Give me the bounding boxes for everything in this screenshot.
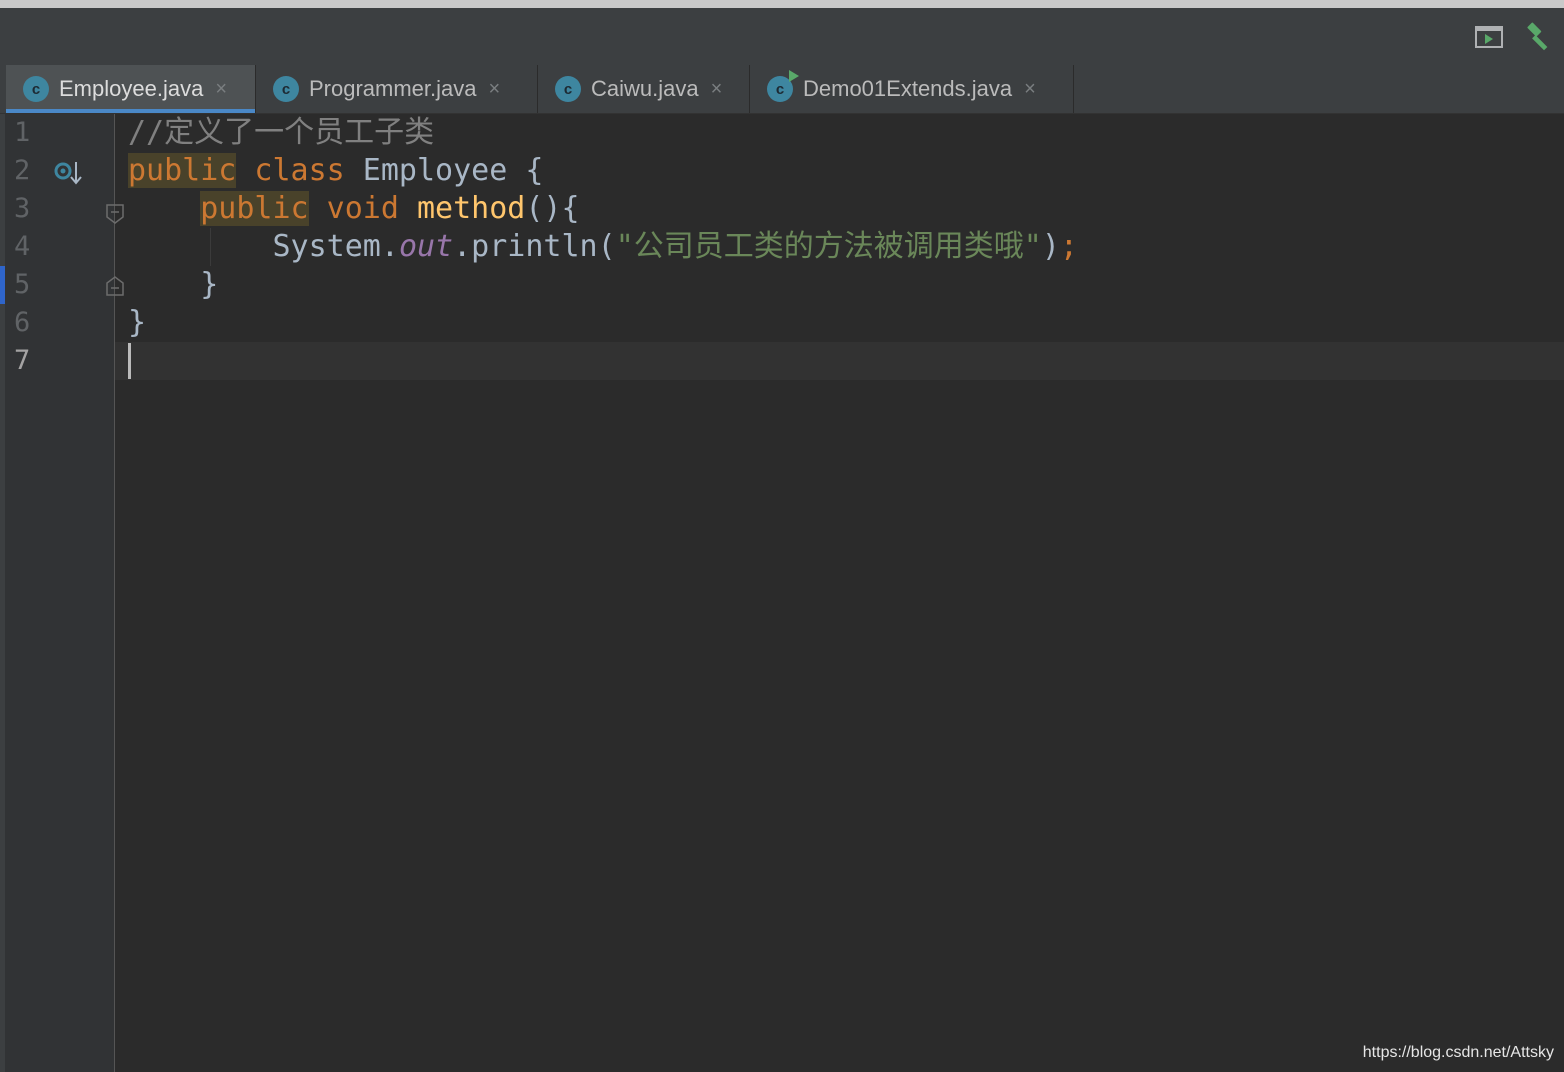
editor-tab-bar: c Employee.java × c Programmer.java × c …	[0, 65, 1564, 114]
tab-label: Demo01Extends.java	[803, 76, 1013, 101]
tab-employee-java[interactable]: c Employee.java ×	[6, 65, 256, 113]
change-marker	[0, 266, 5, 304]
current-line-highlight	[115, 342, 1564, 380]
java-class-icon: c	[23, 76, 49, 102]
line-number-gutter[interactable]: 1 2 3 4 5 6 7	[0, 114, 124, 1072]
close-icon[interactable]: ×	[489, 78, 501, 101]
code-line-4: System.out.println("公司员工类的方法被调用类哦");	[272, 229, 1078, 264]
code-line-1: //定义了一个员工子类	[128, 115, 435, 150]
code-editor[interactable]: 1 2 3 4 5 6 7 //定义了一个员工子类 public class E…	[0, 114, 1564, 1072]
navigation-toolbar	[0, 8, 1564, 66]
close-icon[interactable]: ×	[1024, 78, 1036, 101]
overridden-method-icon[interactable]	[54, 158, 84, 188]
build-hammer-icon[interactable]	[1524, 22, 1554, 52]
run-console-icon[interactable]	[1474, 22, 1504, 52]
line-number: 6	[14, 307, 31, 338]
line-number: 1	[14, 117, 31, 148]
watermark: https://blog.csdn.net/Attsky	[1362, 1044, 1554, 1061]
tab-label: Programmer.java	[309, 76, 477, 101]
code-line-5: }	[200, 267, 219, 302]
java-runnable-class-icon: c	[767, 70, 799, 102]
line-number-current: 7	[14, 345, 31, 376]
tab-caiwu-java[interactable]: c Caiwu.java ×	[538, 65, 750, 113]
window-top-strip	[0, 0, 1564, 8]
line-number: 5	[14, 269, 31, 300]
fold-open-icon[interactable]	[106, 204, 124, 224]
line-number: 3	[14, 193, 31, 224]
tab-programmer-java[interactable]: c Programmer.java ×	[256, 65, 538, 113]
close-icon[interactable]: ×	[215, 78, 227, 101]
fold-close-icon[interactable]	[106, 276, 124, 296]
code-line-6: }	[128, 305, 147, 340]
java-class-icon: c	[555, 76, 581, 102]
code-line-3: public void method(){	[200, 191, 580, 226]
close-icon[interactable]: ×	[711, 78, 723, 101]
tab-label: Employee.java	[59, 76, 204, 101]
text-caret	[128, 343, 131, 379]
tab-label: Caiwu.java	[591, 76, 699, 101]
line-number: 4	[14, 231, 31, 262]
tab-demo01extends-java[interactable]: c Demo01Extends.java ×	[750, 65, 1074, 113]
line-number: 2	[14, 155, 31, 186]
java-class-icon: c	[273, 76, 299, 102]
code-line-2: public class Employee {	[128, 153, 544, 188]
